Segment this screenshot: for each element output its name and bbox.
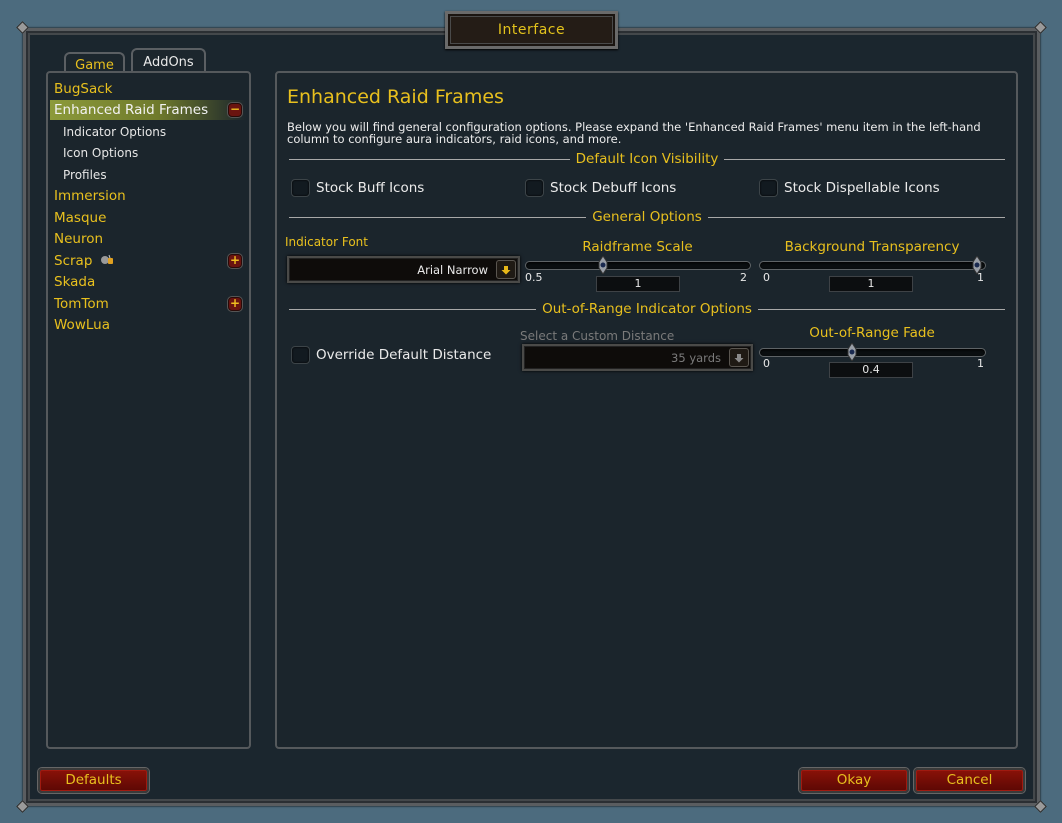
okay-button[interactable]: Okay bbox=[799, 768, 909, 793]
sidebar-item-label: Profiles bbox=[63, 168, 107, 182]
frame-corner-ornament bbox=[1034, 21, 1047, 34]
page-description: Below you will find general configuratio… bbox=[287, 120, 981, 146]
background-transparency-max: 1 bbox=[977, 271, 984, 284]
background-transparency-title: Background Transparency bbox=[784, 239, 960, 255]
window-title-plate[interactable]: Interface bbox=[445, 11, 618, 49]
sidebar-item-label: WowLua bbox=[54, 317, 110, 333]
slider-thumb[interactable] bbox=[598, 255, 608, 275]
background-transparency-slider[interactable] bbox=[759, 255, 986, 275]
section-header-general-options: General Options bbox=[289, 209, 1005, 225]
sidebar-item-label: Neuron bbox=[54, 231, 104, 247]
custom-distance-dropdown[interactable]: 35 yards bbox=[522, 344, 753, 371]
sidebar-item-masque[interactable]: Masque bbox=[54, 208, 246, 228]
stock-buff-icons-checkbox[interactable] bbox=[291, 179, 310, 197]
sidebar-item-skada[interactable]: Skada bbox=[54, 272, 246, 292]
sidebar-item-enhanced-raid-frames[interactable]: Enhanced Raid Frames − bbox=[50, 100, 246, 120]
sidebar-item-immersion[interactable]: Immersion bbox=[54, 186, 246, 206]
raidframe-scale-min: 0.5 bbox=[525, 271, 543, 284]
slider-thumb[interactable] bbox=[847, 342, 857, 362]
out-of-range-fade-min: 0 bbox=[763, 357, 770, 370]
raidframe-scale-title: Raidframe Scale bbox=[582, 239, 693, 255]
sidebar-item-neuron[interactable]: Neuron bbox=[54, 229, 246, 249]
options-panel: Enhanced Raid Frames Below you will find… bbox=[275, 71, 1018, 749]
frame-corner-ornament bbox=[16, 800, 29, 813]
out-of-range-fade-title: Out-of-Range Fade bbox=[809, 325, 935, 341]
sidebar-item-scrap[interactable]: Scrap + bbox=[54, 251, 246, 271]
section-header-out-of-range: Out-of-Range Indicator Options bbox=[289, 301, 1006, 317]
sidebar-item-label: Enhanced Raid Frames bbox=[54, 102, 209, 118]
expand-icon[interactable]: + bbox=[228, 297, 242, 311]
dropdown-arrow-icon[interactable] bbox=[496, 260, 516, 279]
out-of-range-fade-slider[interactable] bbox=[759, 342, 986, 362]
stock-debuff-icons-checkbox[interactable] bbox=[525, 179, 544, 197]
sidebar-item-label: TomTom bbox=[54, 296, 109, 312]
stock-dispellable-icons-checkbox[interactable] bbox=[759, 179, 778, 197]
sidebar-item-label: Indicator Options bbox=[63, 125, 167, 139]
window-title: Interface bbox=[497, 22, 566, 38]
sidebar-item-label: Icon Options bbox=[63, 146, 139, 160]
stock-debuff-icons-option[interactable]: Stock Debuff Icons bbox=[525, 179, 676, 197]
addon-list: BugSack Enhanced Raid Frames − Indicator… bbox=[46, 71, 251, 749]
sidebar-item-bugsack[interactable]: BugSack bbox=[54, 79, 246, 99]
out-of-range-fade-max: 1 bbox=[977, 357, 984, 370]
indicator-font-dropdown[interactable]: Arial Narrow bbox=[287, 256, 520, 283]
raidframe-scale-slider[interactable] bbox=[525, 255, 751, 275]
override-default-distance-option[interactable]: Override Default Distance bbox=[291, 346, 491, 364]
frame-corner-ornament bbox=[16, 21, 29, 34]
indicator-font-label: Indicator Font bbox=[285, 235, 368, 249]
custom-distance-label: Select a Custom Distance bbox=[520, 329, 675, 343]
stock-buff-icons-option[interactable]: Stock Buff Icons bbox=[291, 179, 424, 197]
sidebar-item-tomtom[interactable]: TomTom + bbox=[54, 294, 246, 314]
bomb-icon bbox=[100, 251, 114, 271]
background-transparency-min: 0 bbox=[763, 271, 770, 284]
background-transparency-value-input[interactable]: 1 bbox=[829, 276, 913, 292]
sidebar-item-profiles[interactable]: Profiles bbox=[63, 165, 255, 185]
raidframe-scale-max: 2 bbox=[740, 271, 747, 284]
cancel-button[interactable]: Cancel bbox=[914, 768, 1025, 793]
expand-icon[interactable]: + bbox=[228, 254, 242, 268]
sidebar-item-label: Immersion bbox=[54, 188, 126, 204]
sidebar-item-indicator-options[interactable]: Indicator Options bbox=[63, 122, 255, 142]
sidebar-item-label: Scrap bbox=[54, 253, 93, 269]
sidebar-item-label: Masque bbox=[54, 210, 107, 226]
page-title: Enhanced Raid Frames bbox=[287, 86, 504, 108]
sidebar-item-label: BugSack bbox=[54, 81, 113, 97]
dropdown-arrow-icon[interactable] bbox=[729, 348, 749, 367]
out-of-range-fade-value-input[interactable]: 0.4 bbox=[829, 362, 913, 378]
override-default-distance-checkbox[interactable] bbox=[291, 346, 310, 364]
collapse-icon[interactable]: − bbox=[228, 103, 242, 117]
sidebar-item-wowlua[interactable]: WowLua bbox=[54, 315, 246, 335]
raidframe-scale-value-input[interactable]: 1 bbox=[596, 276, 680, 292]
sidebar-item-icon-options[interactable]: Icon Options bbox=[63, 143, 255, 163]
stock-dispellable-icons-option[interactable]: Stock Dispellable Icons bbox=[759, 179, 940, 197]
sidebar-item-label: Skada bbox=[54, 274, 96, 290]
frame-corner-ornament bbox=[1034, 800, 1047, 813]
defaults-button[interactable]: Defaults bbox=[38, 768, 149, 793]
section-header-icon-visibility: Default Icon Visibility bbox=[289, 151, 1005, 167]
